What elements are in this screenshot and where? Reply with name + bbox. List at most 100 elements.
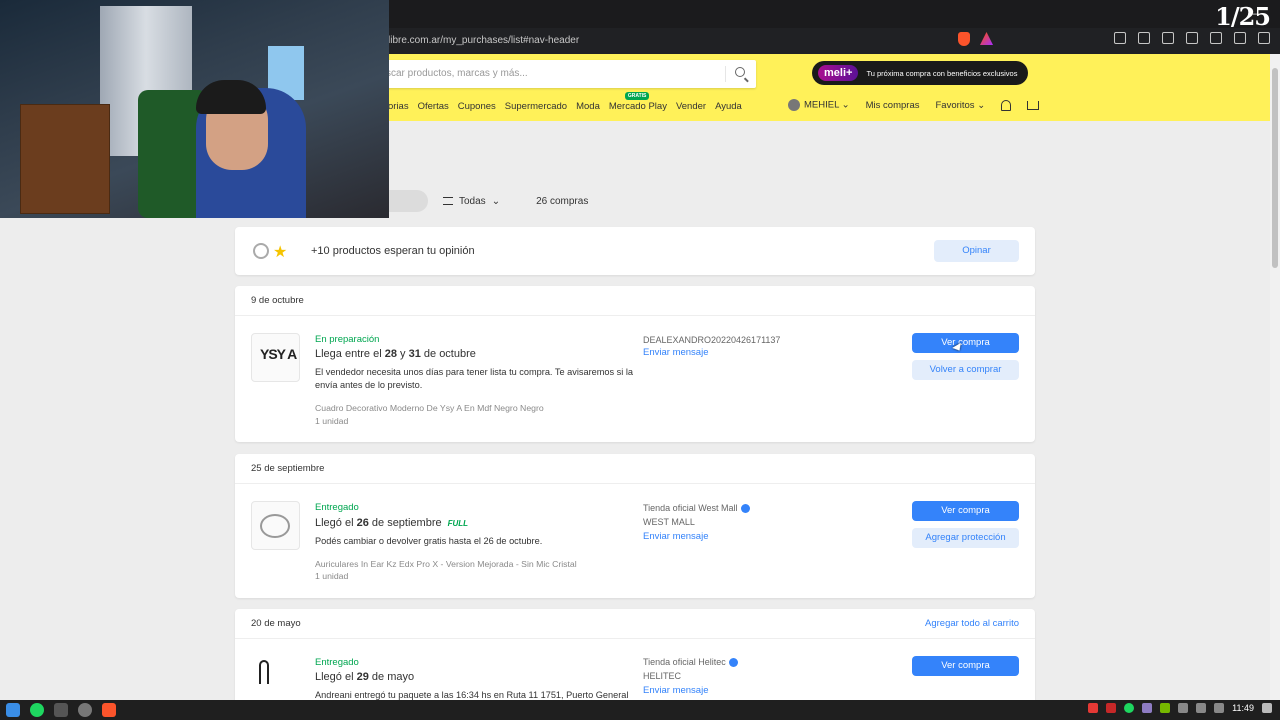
page-scrollbar[interactable] bbox=[1270, 54, 1280, 700]
notifications-icon[interactable] bbox=[1262, 703, 1272, 713]
gratis-badge: GRATIS bbox=[624, 92, 650, 100]
webcam-person-cap bbox=[196, 80, 266, 114]
earbud-icon bbox=[253, 243, 269, 259]
spotify-icon[interactable] bbox=[30, 703, 44, 717]
user-menu[interactable]: MEHIEL ⌄ bbox=[788, 99, 850, 111]
mic-muted-icon[interactable] bbox=[1106, 703, 1117, 713]
delivery-headline: Llega entre el 28 y 31 de octubre bbox=[315, 348, 476, 360]
star-icon: ★ bbox=[273, 244, 288, 261]
address-bar[interactable]: libre.com.ar/my_purchases/list#nav-heade… bbox=[388, 30, 1008, 50]
vpn-icon[interactable] bbox=[1234, 32, 1246, 44]
seller-company: HELITEC bbox=[643, 671, 682, 681]
nav-mercado-play[interactable]: GRATIS Mercado Play bbox=[609, 92, 667, 112]
tab-manager-icon[interactable] bbox=[1138, 32, 1150, 44]
chevron-down-icon: ⌄ bbox=[977, 99, 986, 111]
product-thumbnail[interactable] bbox=[251, 501, 300, 550]
search-input[interactable]: scar productos, marcas y más... bbox=[386, 68, 528, 79]
product-units: 1 unidad bbox=[315, 571, 349, 581]
order-status: Entregado bbox=[315, 502, 359, 513]
add-all-to-cart-link[interactable]: Agregar todo al carrito bbox=[925, 618, 1019, 629]
verified-icon bbox=[740, 504, 750, 514]
taskbar-clock[interactable]: 11:49 bbox=[1232, 703, 1254, 713]
nav-fashion[interactable]: Moda bbox=[576, 101, 600, 112]
send-message-link[interactable]: Enviar mensaje bbox=[643, 531, 708, 542]
view-purchase-button[interactable]: Ver compra bbox=[912, 656, 1019, 676]
order-status: Entregado bbox=[315, 657, 359, 668]
return-info: Podés cambiar o devolver gratis hasta el… bbox=[315, 536, 543, 546]
brave-shield-icon[interactable] bbox=[958, 32, 970, 46]
order-date-header: 20 de mayo Agregar todo al carrito bbox=[235, 609, 1035, 639]
faucet-image bbox=[259, 660, 269, 684]
search-purchases-input[interactable] bbox=[388, 190, 428, 212]
leo-ai-icon[interactable] bbox=[1210, 32, 1222, 44]
seller-name: DEALEXANDRO20220426171137 bbox=[643, 335, 781, 345]
network-icon[interactable] bbox=[1178, 703, 1189, 713]
microphone-icon[interactable] bbox=[1214, 703, 1225, 713]
windows-start-icon[interactable] bbox=[6, 703, 20, 717]
extensions-icon[interactable] bbox=[1114, 32, 1126, 44]
volume-icon[interactable] bbox=[1196, 703, 1207, 713]
filter-icon bbox=[443, 197, 453, 205]
nav-offers[interactable]: Ofertas bbox=[418, 101, 449, 112]
scrollbar-thumb[interactable] bbox=[1272, 68, 1278, 268]
product-thumbnail[interactable]: YSY A bbox=[251, 333, 300, 382]
tray-app-icon[interactable] bbox=[1142, 703, 1153, 713]
meli-plus-banner[interactable]: meli+ Tu próxima compra con beneficios e… bbox=[812, 61, 1028, 85]
avatar bbox=[788, 99, 800, 111]
send-message-link[interactable]: Enviar mensaje bbox=[643, 685, 708, 696]
filter-dropdown[interactable]: Todas ⌄ bbox=[443, 196, 500, 207]
nav-help[interactable]: Ayuda bbox=[715, 101, 742, 112]
order-status: En preparación bbox=[315, 334, 380, 345]
send-message-link[interactable]: Enviar mensaje bbox=[643, 347, 708, 358]
nvidia-icon[interactable] bbox=[1160, 703, 1171, 713]
url-text[interactable]: libre.com.ar/my_purchases/list#nav-heade… bbox=[388, 35, 579, 46]
meli-plus-logo: meli+ bbox=[818, 65, 859, 81]
meli-plus-text: Tu próxima compra con beneficios exclusi… bbox=[866, 68, 1018, 78]
spotify-tray-icon[interactable] bbox=[1124, 703, 1135, 713]
favorites-menu[interactable]: Favoritos ⌄ bbox=[935, 100, 985, 111]
nav-coupons[interactable]: Cupones bbox=[458, 101, 496, 112]
order-card: 25 de septiembre Entregado Llegó el 26 d… bbox=[235, 454, 1035, 598]
menu-icon[interactable] bbox=[1258, 32, 1270, 44]
full-badge: FULL bbox=[447, 519, 469, 528]
taskbar: 11:49 bbox=[0, 700, 1280, 720]
verified-icon bbox=[728, 658, 738, 668]
order-card: 9 de octubre YSY A En preparación Llega … bbox=[235, 286, 1035, 442]
search-divider bbox=[725, 66, 726, 82]
product-thumbnail[interactable] bbox=[251, 656, 300, 705]
nav-sell[interactable]: Vender bbox=[676, 101, 706, 112]
favorites-label: Favoritos bbox=[935, 99, 975, 111]
sidebar-icon[interactable] bbox=[1162, 32, 1174, 44]
view-purchase-button[interactable]: Ver compra bbox=[912, 501, 1019, 521]
add-protection-button[interactable]: Agregar protección bbox=[912, 528, 1019, 548]
cart-icon[interactable] bbox=[1027, 100, 1040, 110]
buy-again-button[interactable]: Volver a comprar bbox=[912, 360, 1019, 380]
obs-icon[interactable] bbox=[78, 703, 92, 717]
view-purchase-button[interactable]: Ver compra bbox=[912, 333, 1019, 353]
chevron-down-icon: ⌄ bbox=[491, 195, 501, 207]
brave-rewards-icon[interactable] bbox=[980, 32, 993, 45]
product-title[interactable]: Auriculares In Ear Kz Edx Pro X - Versio… bbox=[315, 559, 577, 569]
user-nav: MEHIEL ⌄ Mis compras Favoritos ⌄ bbox=[788, 99, 1040, 111]
app-icon[interactable] bbox=[54, 703, 68, 717]
filter-label: Todas bbox=[459, 195, 486, 207]
wallet-icon[interactable] bbox=[1186, 32, 1198, 44]
my-purchases-link[interactable]: Mis compras bbox=[866, 100, 920, 111]
order-date-header: 25 de septiembre bbox=[235, 454, 1035, 484]
webcam-overlay bbox=[0, 0, 389, 218]
brave-browser-icon[interactable] bbox=[102, 703, 116, 717]
product-title[interactable]: Cuadro Decorativo Moderno De Ysy A En Md… bbox=[315, 403, 544, 413]
opinar-button[interactable]: Opinar bbox=[934, 240, 1019, 262]
search-icon[interactable] bbox=[735, 67, 745, 77]
seller-name: Tienda oficial Helitec bbox=[643, 657, 738, 668]
notifications-bell-icon[interactable] bbox=[1001, 99, 1012, 111]
nav-categories[interactable]: orias bbox=[388, 101, 409, 112]
search-box[interactable]: scar productos, marcas y más... bbox=[380, 60, 756, 88]
nav-supermarket[interactable]: Supermercado bbox=[505, 101, 567, 112]
seller-company: WEST MALL bbox=[643, 517, 695, 527]
filter-row: Todas ⌄ 26 compras bbox=[388, 190, 588, 212]
opinion-card: ★ +10 productos esperan tu opinión Opina… bbox=[235, 227, 1035, 275]
browser-toolbar bbox=[1114, 32, 1270, 44]
purchases-count: 26 compras bbox=[536, 195, 589, 207]
record-icon[interactable] bbox=[1088, 703, 1099, 713]
